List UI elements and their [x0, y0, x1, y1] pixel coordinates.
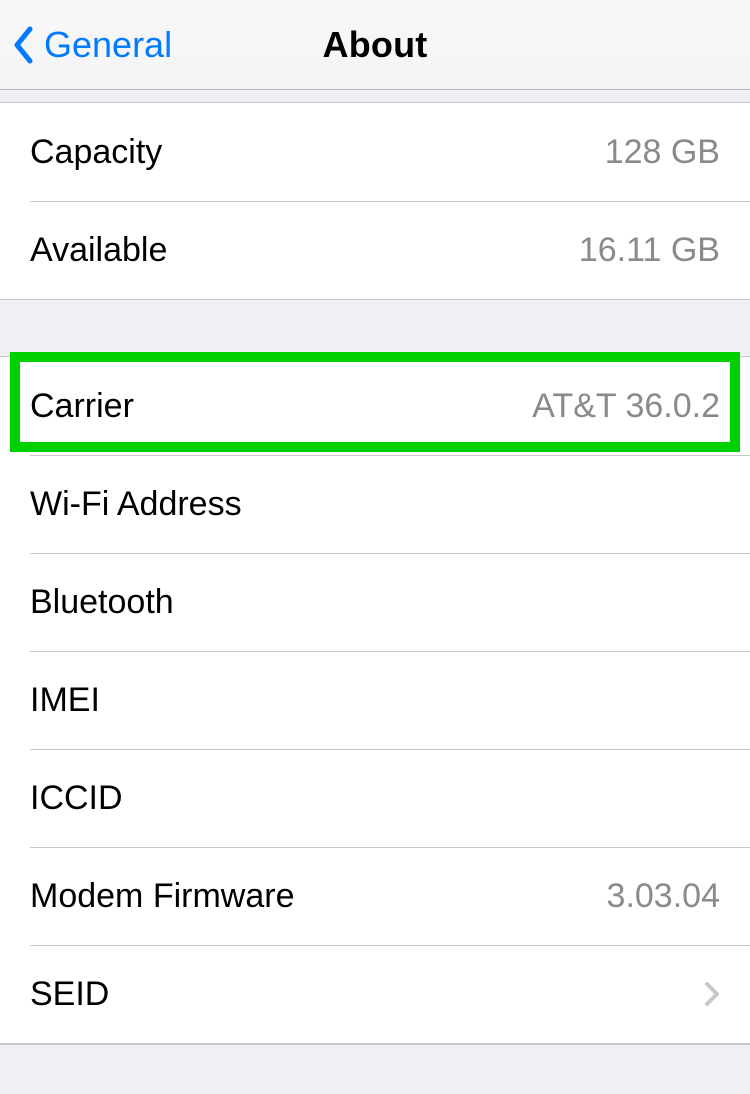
row-carrier[interactable]: Carrier AT&T 36.0.2 [0, 357, 750, 455]
group-network: Carrier AT&T 36.0.2 Wi-Fi Address Blueto… [0, 356, 750, 1044]
group-gap [0, 90, 750, 102]
row-label: SEID [30, 975, 109, 1014]
group-gap [0, 300, 750, 356]
row-capacity[interactable]: Capacity 128 GB [0, 103, 750, 201]
row-label: IMEI [30, 681, 100, 720]
chevron-left-icon [12, 26, 34, 64]
row-available[interactable]: Available 16.11 GB [0, 201, 750, 299]
row-wifi-address[interactable]: Wi-Fi Address [0, 455, 750, 553]
navbar: General About [0, 0, 750, 90]
page-title: About [323, 24, 428, 66]
back-button[interactable]: General [12, 0, 172, 90]
row-modem-firmware[interactable]: Modem Firmware 3.03.04 [0, 847, 750, 945]
row-label: Wi-Fi Address [30, 485, 242, 524]
row-imei[interactable]: IMEI [0, 651, 750, 749]
row-label: Bluetooth [30, 583, 174, 622]
row-label: ICCID [30, 779, 123, 818]
row-label: Modem Firmware [30, 877, 294, 916]
row-value: 3.03.04 [607, 877, 720, 916]
row-iccid[interactable]: ICCID [0, 749, 750, 847]
row-seid[interactable]: SEID [0, 945, 750, 1043]
row-bluetooth[interactable]: Bluetooth [0, 553, 750, 651]
row-label: Carrier [30, 387, 134, 426]
back-label: General [44, 24, 172, 66]
row-label: Available [30, 231, 167, 270]
group-gap [0, 1044, 750, 1094]
chevron-right-icon [704, 981, 720, 1007]
row-value: AT&T 36.0.2 [532, 387, 720, 426]
group-storage: Capacity 128 GB Available 16.11 GB [0, 102, 750, 300]
row-label: Capacity [30, 133, 162, 172]
row-value: 16.11 GB [579, 231, 720, 270]
row-value: 128 GB [605, 133, 720, 172]
